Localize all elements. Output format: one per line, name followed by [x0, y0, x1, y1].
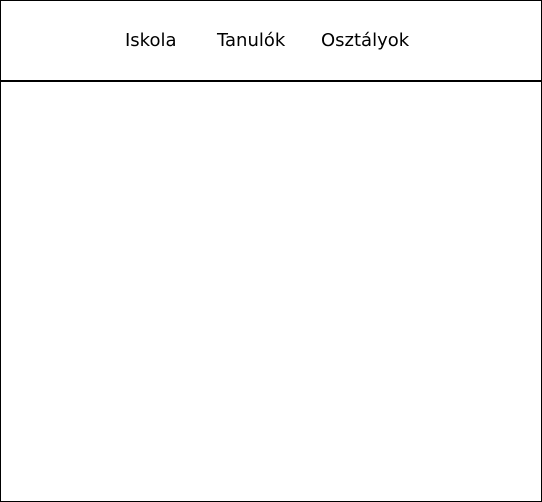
app-window: Iskola Tanulók Osztályok [0, 0, 542, 502]
main-content-area [1, 82, 541, 501]
nav-item-iskola[interactable]: Iskola [125, 29, 177, 53]
nav-item-tanulok[interactable]: Tanulók [217, 29, 285, 53]
nav-item-osztalyok[interactable]: Osztályok [321, 29, 409, 53]
top-navigation-bar: Iskola Tanulók Osztályok [1, 1, 541, 82]
